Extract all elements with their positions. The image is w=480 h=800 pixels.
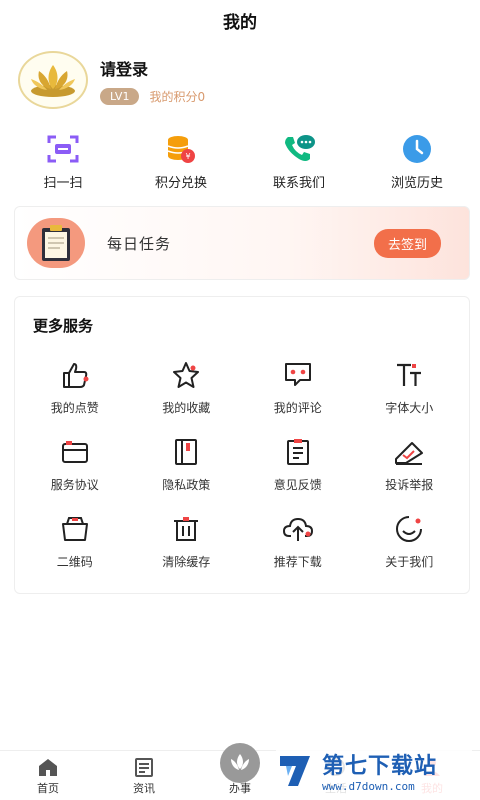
star-icon xyxy=(168,357,204,393)
service-clear-cache[interactable]: 清除缓存 xyxy=(131,511,243,570)
service-recommend-download-label: 推荐下载 xyxy=(273,555,322,569)
service-qrcode-label: 二维码 xyxy=(56,555,93,569)
service-privacy[interactable]: 隐私政策 xyxy=(131,434,243,493)
header: 我的 xyxy=(0,0,480,40)
service-font-size[interactable]: 字体大小 xyxy=(354,357,466,416)
card-icon xyxy=(57,434,93,470)
check-in-button[interactable]: 去签到 xyxy=(373,228,441,258)
tab-home[interactable]: 首页 xyxy=(0,751,96,800)
service-my-favorites[interactable]: 我的收藏 xyxy=(131,357,243,416)
service-my-likes[interactable]: 我的点赞 xyxy=(19,357,131,416)
svg-text:¥: ¥ xyxy=(185,152,190,161)
profile-card[interactable]: 请登录 LV1 我的积分0 xyxy=(18,48,462,112)
service-about[interactable]: 关于我们 xyxy=(354,511,466,570)
quick-history-label: 浏览历史 xyxy=(390,176,443,191)
service-complaint[interactable]: 投诉举报 xyxy=(354,434,466,493)
watermark-text: 第七下载站 xyxy=(322,753,438,779)
lotus-icon xyxy=(220,743,260,783)
service-feedback[interactable]: 意见反馈 xyxy=(242,434,354,493)
news-icon xyxy=(134,756,154,778)
home-icon xyxy=(37,756,59,778)
clock-icon xyxy=(400,132,434,166)
phone-chat-icon xyxy=(282,132,316,166)
service-agreement[interactable]: 服务协议 xyxy=(19,434,131,493)
watermark-logo-icon xyxy=(280,756,310,786)
tab-news-label: 资讯 xyxy=(133,782,155,795)
service-font-size-label: 字体大小 xyxy=(385,401,434,415)
watermark-url: www.d7down.com xyxy=(322,779,415,793)
coins-exchange-icon: ¥ xyxy=(164,132,198,166)
cloud-upload-icon xyxy=(280,511,316,547)
feedback-icon xyxy=(280,434,316,470)
more-services-title: 更多服务 xyxy=(33,317,94,335)
tab-home-label: 首页 xyxy=(37,782,59,795)
service-recommend-download[interactable]: 推荐下载 xyxy=(242,511,354,570)
book-icon xyxy=(168,434,204,470)
service-about-label: 关于我们 xyxy=(385,555,434,569)
level-badge: LV1 xyxy=(100,87,140,105)
trash-icon xyxy=(168,511,204,547)
clipboard-icon xyxy=(27,218,85,268)
quick-scan-label: 扫一扫 xyxy=(43,176,83,191)
quick-scan[interactable]: 扫一扫 xyxy=(8,132,118,191)
service-privacy-label: 隐私政策 xyxy=(162,478,211,492)
page-title: 我的 xyxy=(223,12,257,33)
service-feedback-label: 意见反馈 xyxy=(273,478,322,492)
daily-task-card: 每日任务 去签到 xyxy=(14,206,470,280)
comment-icon xyxy=(280,357,316,393)
service-complaint-label: 投诉举报 xyxy=(385,478,434,492)
smile-icon xyxy=(391,511,427,547)
service-clear-cache-label: 清除缓存 xyxy=(162,555,211,569)
site-watermark: 第七下载站 www.d7down.com xyxy=(276,744,472,796)
service-my-comments-label: 我的评论 xyxy=(273,401,322,415)
quick-contact-label: 联系我们 xyxy=(272,176,325,191)
login-link[interactable]: 请登录 xyxy=(100,56,205,80)
scan-icon xyxy=(46,132,80,166)
service-agreement-label: 服务协议 xyxy=(50,478,99,492)
quick-actions: 扫一扫 ¥ 积分兑换 联系我们 浏览历史 xyxy=(0,132,480,191)
quick-points-exchange[interactable]: ¥ 积分兑换 xyxy=(126,132,236,191)
service-my-comments[interactable]: 我的评论 xyxy=(242,357,354,416)
report-icon xyxy=(391,434,427,470)
lotus-logo-icon[interactable] xyxy=(18,51,88,109)
tab-news[interactable]: 资讯 xyxy=(96,751,192,800)
quick-points-exchange-label: 积分兑换 xyxy=(154,176,207,191)
thumbs-up-icon xyxy=(57,357,93,393)
tab-services[interactable]: 办事 xyxy=(192,743,288,800)
daily-task-title: 每日任务 xyxy=(107,234,172,253)
service-my-likes-label: 我的点赞 xyxy=(50,401,99,415)
bag-icon xyxy=(57,511,93,547)
quick-history[interactable]: 浏览历史 xyxy=(362,132,472,191)
more-services-panel: 更多服务 我的点赞 我的收藏 我的评论 字体大小 服务协议 隐私政策 意见反馈 … xyxy=(14,296,470,594)
quick-contact[interactable]: 联系我们 xyxy=(244,132,354,191)
font-size-icon xyxy=(391,357,427,393)
points-text[interactable]: 我的积分0 xyxy=(149,88,205,105)
service-my-favorites-label: 我的收藏 xyxy=(162,401,211,415)
service-qrcode[interactable]: 二维码 xyxy=(19,511,131,570)
